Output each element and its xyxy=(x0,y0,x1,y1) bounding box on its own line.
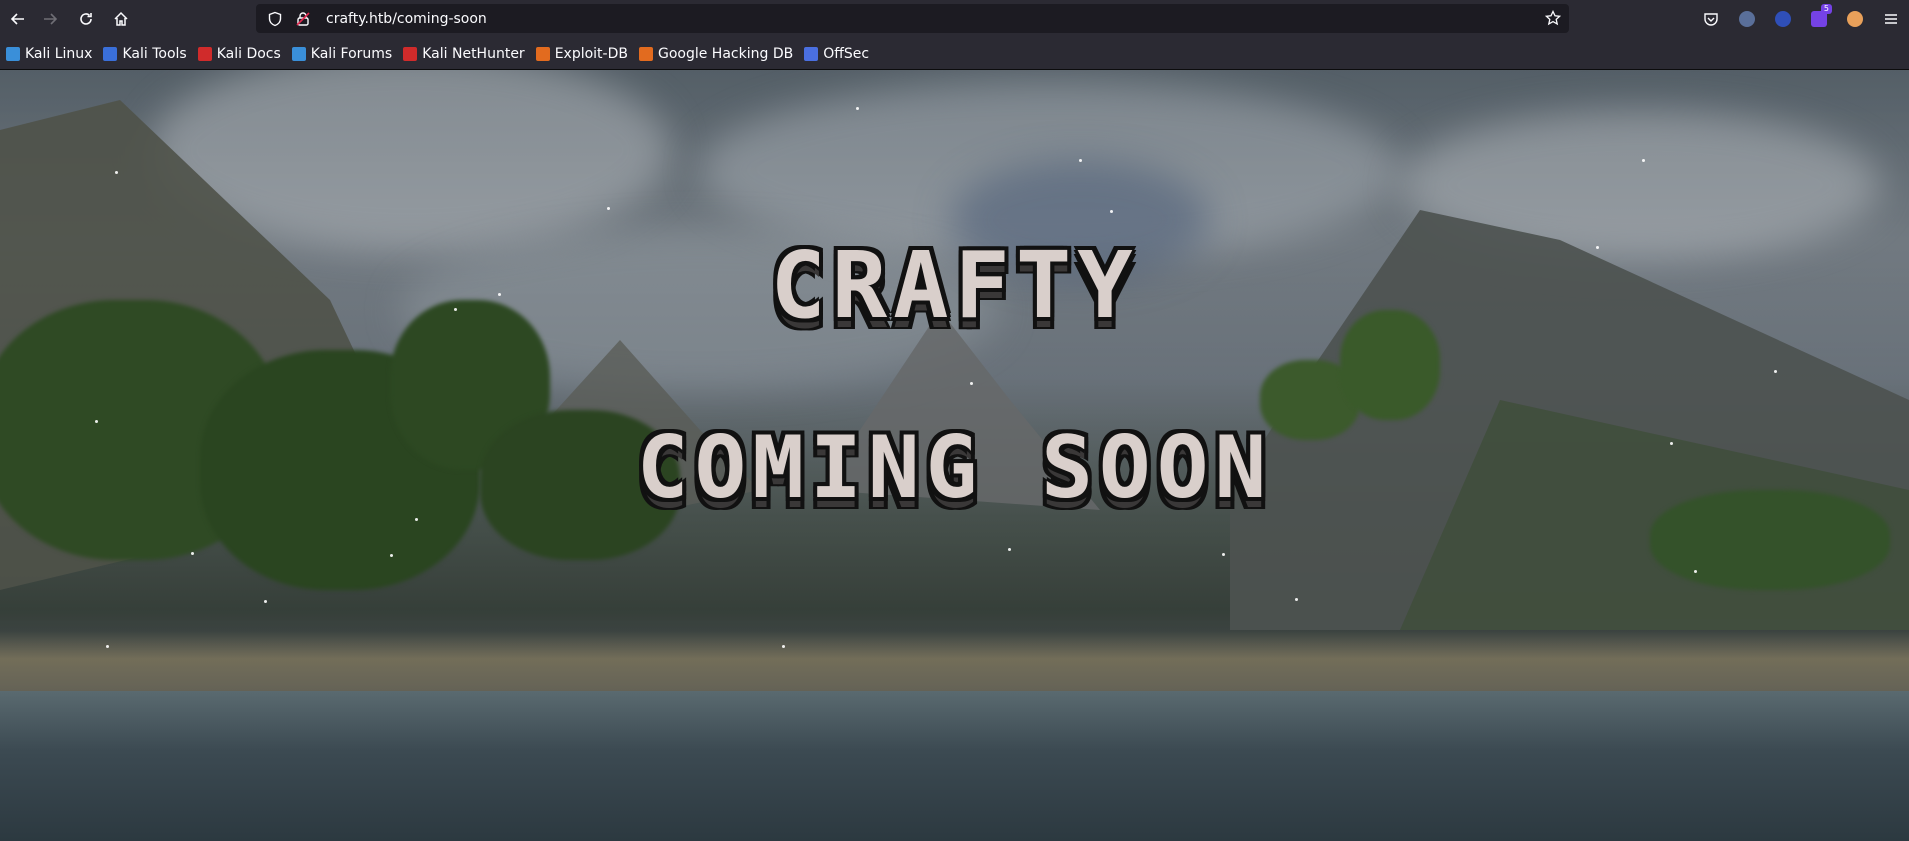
bookmark-label: Kali Forums xyxy=(310,45,393,62)
extension-button-2[interactable] xyxy=(1765,1,1801,37)
page-title: CRAFTY xyxy=(770,232,1139,339)
pointer-extension-icon xyxy=(1775,11,1791,27)
foxyproxy-extension-icon xyxy=(1847,11,1863,27)
bookmark-favicon-icon xyxy=(6,46,20,61)
bookmark-item[interactable]: Kali Forums xyxy=(288,42,396,66)
bookmark-label: Kali Linux xyxy=(25,45,93,62)
bookmark-item[interactable]: OffSec xyxy=(800,42,873,66)
bookmark-favicon-icon xyxy=(197,46,212,61)
home-button[interactable] xyxy=(103,1,139,37)
browser-toolbar: crafty.htb/coming-soon 5 xyxy=(0,0,1909,38)
bookmark-favicon-icon xyxy=(403,46,418,61)
home-icon xyxy=(114,11,128,26)
bookmark-label: Google Hacking DB xyxy=(657,45,794,62)
bookmark-item[interactable]: Google Hacking DB xyxy=(635,42,797,66)
url-text[interactable]: crafty.htb/coming-soon xyxy=(326,11,487,27)
cursor-extension-icon xyxy=(1739,11,1755,27)
reload-button[interactable] xyxy=(68,1,104,37)
bookmark-item[interactable]: Kali Tools xyxy=(99,42,190,66)
shield-icon[interactable] xyxy=(266,10,284,28)
back-button[interactable] xyxy=(0,1,36,37)
reload-icon xyxy=(80,13,92,25)
bookmark-label: Exploit-DB xyxy=(554,45,628,62)
bookmark-item[interactable]: Kali Docs xyxy=(194,42,285,66)
bookmark-star-icon[interactable] xyxy=(1544,9,1562,26)
address-bar[interactable]: crafty.htb/coming-soon xyxy=(256,4,1569,33)
extension-button-4[interactable] xyxy=(1837,1,1873,37)
hamburger-menu-icon xyxy=(1885,14,1897,24)
water xyxy=(0,691,1909,841)
extension-button-1[interactable] xyxy=(1729,1,1765,37)
app-menu-button[interactable] xyxy=(1873,1,1909,37)
bookmark-favicon-icon xyxy=(103,46,118,61)
bookmark-label: Kali Tools xyxy=(122,45,187,62)
bookmark-item[interactable]: Exploit-DB xyxy=(532,42,632,66)
bookmark-favicon-icon xyxy=(535,46,550,61)
page-subtitle: COMING SOON xyxy=(636,418,1273,518)
bookmark-label: Kali Docs xyxy=(216,45,281,62)
extension-button-3[interactable]: 5 xyxy=(1801,1,1837,37)
bookmark-label: Kali NetHunter xyxy=(422,45,525,62)
pocket-button[interactable] xyxy=(1693,1,1729,37)
bookmark-label: OffSec xyxy=(823,45,870,62)
bookmark-favicon-icon xyxy=(638,46,653,61)
bookmark-favicon-icon xyxy=(291,46,306,61)
bookmark-favicon-icon xyxy=(804,46,819,61)
page-content: CRAFTY COMING SOON xyxy=(0,70,1909,841)
bookmark-item[interactable]: Kali Linux xyxy=(2,42,96,66)
bookmarks-toolbar: Kali Linux Kali Tools Kali Docs Kali Forums… xyxy=(0,38,1909,70)
toolbar-extensions: 5 xyxy=(1693,0,1909,38)
forward-button[interactable] xyxy=(32,1,68,37)
pocket-icon xyxy=(1704,13,1718,26)
arrow-left-icon xyxy=(10,13,24,25)
insecure-lock-icon[interactable] xyxy=(294,10,312,28)
arrow-right-icon xyxy=(44,13,58,25)
bookmark-item[interactable]: Kali NetHunter xyxy=(399,42,528,66)
extension-badge: 5 xyxy=(1820,4,1832,14)
